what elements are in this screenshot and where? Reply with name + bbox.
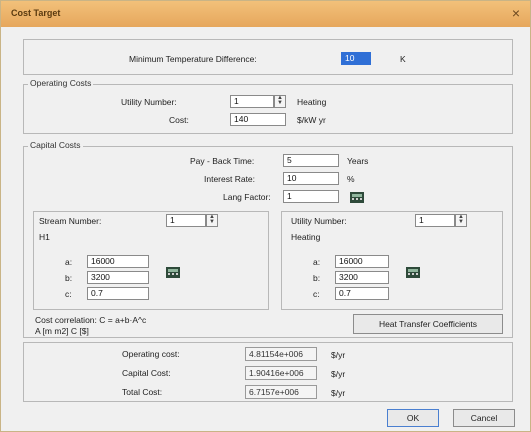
stream-c-input[interactable]: 0.7 [87, 287, 149, 300]
utility-b-label: b: [313, 273, 321, 283]
stream-a-label: a: [65, 257, 73, 267]
total-cost-result-label: Total Cost: [122, 387, 163, 397]
operating-cost-label: Cost: [169, 115, 189, 125]
utility-b-input[interactable]: 3200 [335, 271, 389, 284]
capital-cost-result-unit: $/yr [331, 369, 346, 379]
calculator-icon[interactable] [349, 190, 365, 204]
operating-cost-unit: $/kW yr [297, 115, 326, 125]
capital-costs-label: Capital Costs [28, 140, 83, 150]
operating-utility-label: Utility Number: [121, 97, 177, 107]
utility-a-input[interactable]: 16000 [335, 255, 389, 268]
cost-target-dialog: Cost Target × Minimum Temperature Differ… [0, 0, 531, 432]
min-temp-group [23, 39, 513, 75]
stream-number-spinner[interactable]: ▲ ▼ [206, 214, 218, 227]
utility-number-label: Utility Number: [291, 216, 347, 226]
payback-unit: Years [347, 156, 369, 166]
payback-label: Pay - Back Time: [190, 156, 255, 166]
interest-unit: % [347, 174, 355, 184]
cancel-button[interactable]: Cancel [453, 409, 515, 427]
operating-utility-input[interactable]: 1 [230, 95, 274, 108]
title-bar: Cost Target × [1, 1, 530, 27]
calculator-icon[interactable] [165, 265, 181, 279]
min-temp-input[interactable]: 10 [341, 52, 371, 65]
operating-cost-result: 4.81154e+006 [245, 347, 317, 361]
utility-c-input[interactable]: 0.7 [335, 287, 389, 300]
capital-cost-result: 1.90416e+006 [245, 366, 317, 380]
operating-costs-group [23, 84, 513, 134]
payback-input[interactable]: 5 [283, 154, 339, 167]
capital-cost-result-label: Capital Cost: [122, 368, 171, 378]
utility-a-label: a: [313, 257, 321, 267]
operating-cost-input[interactable]: 140 [230, 113, 286, 126]
utility-number-spinner[interactable]: ▲ ▼ [455, 214, 467, 227]
heat-transfer-coefficients-button[interactable]: Heat Transfer Coefficients [353, 314, 503, 334]
stream-b-label: b: [65, 273, 73, 283]
spin-down-icon[interactable]: ▼ [209, 219, 215, 225]
interest-input[interactable]: 10 [283, 172, 339, 185]
utility-number-input[interactable]: 1 [415, 214, 455, 227]
utility-c-label: c: [313, 289, 320, 299]
total-cost-result-unit: $/yr [331, 388, 346, 398]
operating-cost-result-label: Operating cost: [122, 349, 180, 359]
operating-utility-spinner[interactable]: ▲ ▼ [274, 95, 286, 108]
utility-name: Heating [291, 232, 321, 242]
calculator-icon[interactable] [405, 265, 421, 279]
window-title: Cost Target [11, 8, 61, 18]
cost-correlation-line2: A [m m2] C [$] [35, 326, 89, 336]
stream-number-input[interactable]: 1 [166, 214, 206, 227]
operating-cost-result-unit: $/yr [331, 350, 346, 360]
spin-down-icon[interactable]: ▼ [277, 100, 283, 106]
operating-costs-label: Operating Costs [28, 78, 94, 88]
total-cost-result: 6.7157e+006 [245, 385, 317, 399]
operating-utility-type: Heating [297, 97, 327, 107]
stream-name: H1 [39, 232, 50, 242]
ok-button[interactable]: OK [387, 409, 439, 427]
cost-correlation-line1: Cost correlation: C = a+b·A^c [35, 315, 147, 325]
stream-b-input[interactable]: 3200 [87, 271, 149, 284]
min-temp-unit: K [400, 54, 406, 64]
stream-c-label: c: [65, 289, 72, 299]
lang-input[interactable]: 1 [283, 190, 339, 203]
interest-label: Interest Rate: [204, 174, 256, 184]
spin-down-icon[interactable]: ▼ [458, 219, 464, 225]
lang-label: Lang Factor: [223, 192, 271, 202]
min-temp-label: Minimum Temperature Difference: [129, 54, 257, 64]
close-icon[interactable]: × [508, 5, 524, 21]
stream-a-input[interactable]: 16000 [87, 255, 149, 268]
stream-number-label: Stream Number: [39, 216, 102, 226]
